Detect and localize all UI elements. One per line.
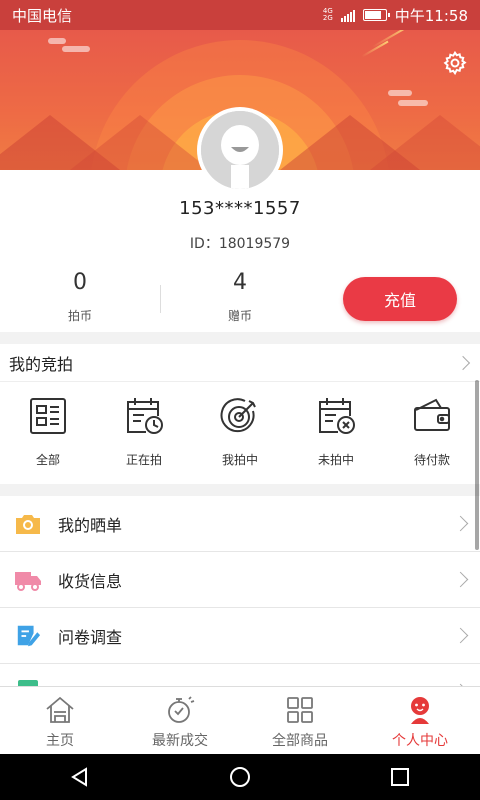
status-indicators: 4G 2G 中午11:58 — [323, 5, 468, 26]
tab-label: 主页 — [46, 733, 74, 749]
battery-icon — [362, 9, 390, 21]
menu-item-label: 问卷调查 — [58, 627, 123, 647]
signal-icon — [340, 8, 355, 22]
filter-label: 正在拍 — [125, 453, 162, 467]
profile-card: 153****1557 ID：18019579 0 拍币 4 赠币 充值 — [0, 170, 480, 332]
calendar-clock-icon — [127, 398, 163, 434]
tab-home[interactable]: 主页 — [0, 687, 120, 754]
chevron-right-icon — [452, 627, 469, 644]
stat-value: 0 — [73, 270, 87, 295]
truck-icon — [15, 571, 41, 591]
stat-zengbi[interactable]: 4 赠币 — [160, 270, 320, 324]
system-nav-bar — [0, 754, 480, 800]
avatar[interactable] — [197, 107, 283, 193]
recharge-button[interactable]: 充值 — [343, 277, 457, 321]
auction-filter-all[interactable]: 全部 — [0, 382, 96, 484]
auction-filter-lost[interactable]: 未拍中 — [288, 382, 384, 484]
my-auctions-header[interactable]: 我的竞拍 — [0, 344, 480, 382]
tab-profile[interactable]: 个人中心 — [360, 687, 480, 754]
user-id: ID：18019579 — [189, 236, 291, 252]
stat-paibi[interactable]: 0 拍币 — [0, 270, 160, 324]
clock: 中午11:58 — [394, 6, 468, 25]
home-icon — [46, 696, 74, 723]
list-doc-icon — [30, 398, 66, 434]
bottom-tab-bar: 主页 最新成交 全部商品 个人中心 — [0, 686, 480, 754]
recents-icon[interactable] — [388, 765, 412, 789]
stat-label: 拍币 — [67, 309, 92, 323]
status-bar: 中国电信 4G 2G 中午11:58 — [0, 0, 480, 30]
auction-filter-unpaid[interactable]: 待付款 — [384, 382, 480, 484]
auction-filter-bidding[interactable]: 正在拍 — [96, 382, 192, 484]
tab-label: 个人中心 — [392, 733, 448, 749]
filter-label: 全部 — [35, 453, 60, 467]
stat-value: 4 — [233, 270, 247, 295]
tab-label: 全部商品 — [272, 733, 328, 749]
back-icon[interactable] — [68, 765, 92, 789]
chevron-right-icon — [452, 515, 469, 532]
chevron-right-icon — [452, 571, 469, 588]
person-icon — [411, 697, 429, 724]
tab-label: 最新成交 — [152, 733, 208, 749]
carrier-label: 中国电信 — [12, 6, 73, 25]
stat-label: 赠币 — [227, 309, 252, 323]
menu-item-label: 我的晒单 — [58, 515, 123, 535]
filter-label: 待付款 — [413, 453, 450, 467]
scrollbar[interactable] — [475, 380, 479, 550]
my-auctions-section: 我的竞拍 全部 正在拍 我拍中 未拍中 待付款 — [0, 344, 480, 484]
camera-icon — [16, 514, 40, 534]
survey-pen-icon — [17, 625, 41, 646]
target-icon — [220, 398, 256, 433]
default-avatar-icon — [201, 111, 279, 189]
menu-item-shipping-info[interactable]: 收货信息 — [0, 552, 480, 608]
menu-item-my-posts[interactable]: 我的晒单 — [0, 496, 480, 552]
tab-all-products[interactable]: 全部商品 — [240, 687, 360, 754]
menu-item-label: 收货信息 — [58, 571, 123, 591]
auction-filter-won[interactable]: 我拍中 — [192, 382, 288, 484]
gear-icon — [443, 50, 467, 76]
chevron-right-icon — [455, 355, 471, 370]
calendar-x-icon — [319, 398, 355, 434]
tab-latest-deals[interactable]: 最新成交 — [120, 687, 240, 754]
wallet-icon — [414, 398, 450, 431]
network-type-icon: 4G 2G — [322, 7, 333, 22]
settings-button[interactable] — [442, 50, 468, 76]
filter-label: 我拍中 — [221, 453, 258, 467]
stopwatch-icon — [168, 696, 195, 723]
menu-item-survey[interactable]: 问卷调查 — [0, 608, 480, 664]
section-title: 我的竞拍 — [9, 354, 74, 374]
grid-icon — [287, 697, 313, 723]
home-circle-icon[interactable] — [228, 765, 252, 789]
user-phone: 153****1557 — [179, 198, 301, 219]
filter-label: 未拍中 — [317, 453, 354, 467]
